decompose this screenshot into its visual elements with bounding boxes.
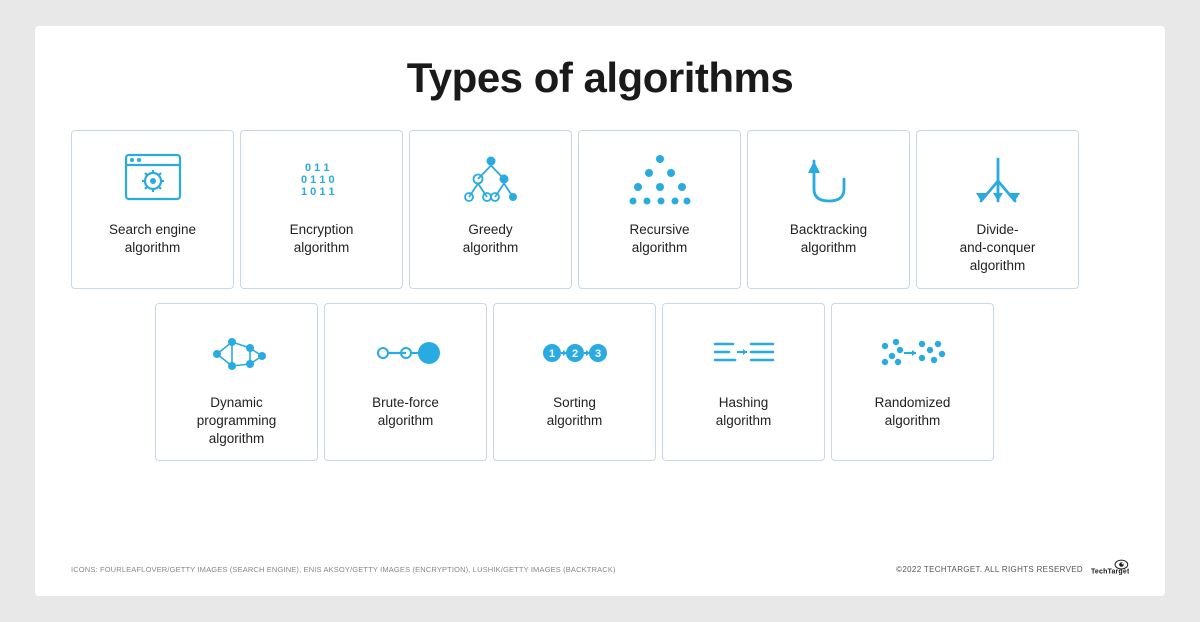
card-search-engine: Search enginealgorithm <box>71 130 234 289</box>
card-encryption: 0 1 1 0 1 1 0 1 0 1 1 Encryptionalgorith… <box>240 130 403 289</box>
card-randomized: Randomizedalgorithm <box>831 303 994 462</box>
footer-credits: ICONS: FOURLEAFLOVER/GETTY IMAGES (SEARC… <box>71 565 616 574</box>
svg-text:0 1 1: 0 1 1 <box>305 162 329 174</box>
search-engine-icon <box>118 149 188 211</box>
label-search-engine: Search enginealgorithm <box>109 221 196 257</box>
copyright-text: ©2022 TECHTARGET. ALL RIGHTS RESERVED <box>896 565 1083 574</box>
label-sorting: Sortingalgorithm <box>547 394 603 430</box>
main-card: Types of algorithms <box>35 26 1165 596</box>
backtracking-icon <box>794 149 864 211</box>
techtarget-logo: TechTarget <box>1091 558 1129 580</box>
brute-force-icon <box>371 322 441 384</box>
card-backtracking: Backtrackingalgorithm <box>747 130 910 289</box>
label-encryption: Encryptionalgorithm <box>290 221 354 257</box>
divide-conquer-icon <box>963 149 1033 211</box>
card-brute-force: Brute-forcealgorithm <box>324 303 487 462</box>
label-backtracking: Backtrackingalgorithm <box>790 221 867 257</box>
page-title: Types of algorithms <box>71 54 1129 102</box>
svg-text:2: 2 <box>571 348 577 360</box>
label-hashing: Hashingalgorithm <box>716 394 772 430</box>
hashing-icon <box>709 322 779 384</box>
card-hashing: Hashingalgorithm <box>662 303 825 462</box>
label-recursive: Recursivealgorithm <box>629 221 689 257</box>
label-dynamic: Dynamicprogrammingalgorithm <box>197 394 277 449</box>
card-sorting: 1 2 3 Sortingalgorithm <box>493 303 656 462</box>
greedy-icon <box>456 149 526 211</box>
card-divide-conquer: Divide-and-conqueralgorithm <box>916 130 1079 289</box>
sorting-icon: 1 2 3 <box>540 322 610 384</box>
label-greedy: Greedyalgorithm <box>463 221 519 257</box>
recursive-icon <box>625 149 695 211</box>
encryption-icon: 0 1 1 0 1 1 0 1 0 1 1 <box>287 149 357 211</box>
label-brute-force: Brute-forcealgorithm <box>372 394 439 430</box>
card-recursive: Recursivealgorithm <box>578 130 741 289</box>
card-greedy: Greedyalgorithm <box>409 130 572 289</box>
algorithm-row-2: Dynamicprogrammingalgorithm <box>71 303 1129 462</box>
footer-copyright: ©2022 TECHTARGET. ALL RIGHTS RESERVED Te… <box>896 558 1129 580</box>
label-randomized: Randomizedalgorithm <box>875 394 951 430</box>
svg-text:1: 1 <box>548 348 554 360</box>
content-area: Search enginealgorithm 0 1 1 0 1 1 0 1 0… <box>71 130 1129 542</box>
svg-text:1 0 1 1: 1 0 1 1 <box>301 186 335 198</box>
card-dynamic: Dynamicprogrammingalgorithm <box>155 303 318 462</box>
svg-text:0 1 1 0: 0 1 1 0 <box>301 174 335 186</box>
footer: ICONS: FOURLEAFLOVER/GETTY IMAGES (SEARC… <box>71 552 1129 580</box>
algorithm-row-1: Search enginealgorithm 0 1 1 0 1 1 0 1 0… <box>71 130 1129 289</box>
label-divide-conquer: Divide-and-conqueralgorithm <box>960 221 1036 276</box>
svg-text:3: 3 <box>594 348 600 360</box>
randomized-icon <box>878 322 948 384</box>
dynamic-icon <box>202 322 272 384</box>
svg-text:TechTarget: TechTarget <box>1091 568 1129 575</box>
